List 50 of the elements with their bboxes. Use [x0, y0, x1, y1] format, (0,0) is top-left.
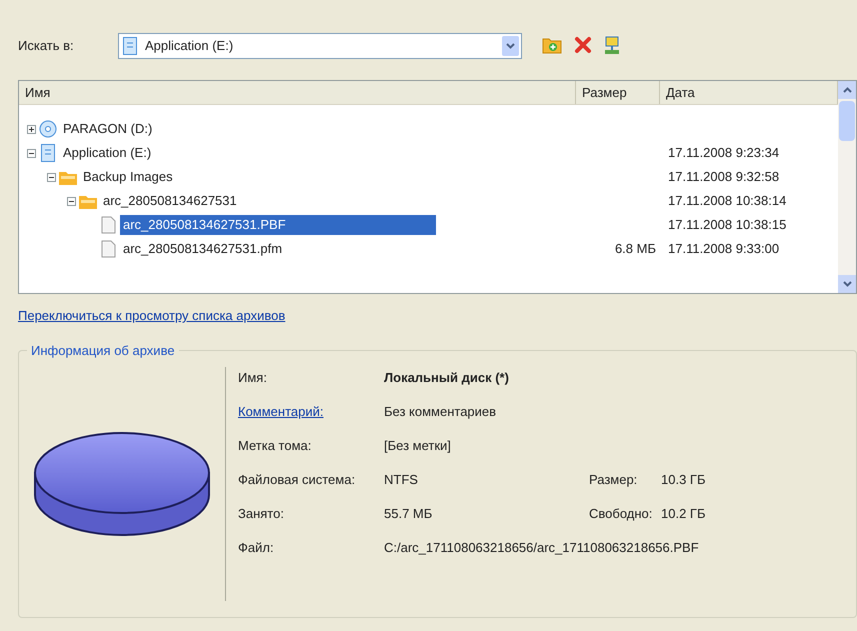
info-value: 10.3 ГБ: [661, 471, 706, 490]
network-computer-icon[interactable]: [604, 36, 620, 56]
tree-item[interactable]: Application (E:): [60, 143, 154, 163]
size-cell: 6.8 МБ: [614, 241, 656, 256]
column-header[interactable]: Размер: [576, 81, 660, 104]
drive-icon: [123, 36, 137, 54]
tree-item[interactable]: arc_280508134627531: [100, 191, 240, 211]
date-cell: 17.11.2008 9:32:58: [668, 169, 780, 184]
scrollbar[interactable]: [838, 81, 856, 293]
collapse-icon[interactable]: [67, 196, 76, 206]
info-value: 10.2 ГБ: [661, 505, 706, 524]
drive-dropdown[interactable]: Application (E:): [118, 32, 522, 58]
tree-item[interactable]: PARAGON (D:): [60, 119, 156, 139]
scroll-thumb[interactable]: [839, 101, 855, 141]
info-label: Размер:: [589, 471, 638, 490]
search-in-label: Искать в:: [18, 36, 75, 55]
comment-link[interactable]: Комментарий:: [238, 402, 384, 422]
delete-icon[interactable]: [574, 36, 592, 54]
drive-icon: [39, 144, 57, 162]
date-cell: 17.11.2008 9:23:34: [668, 145, 780, 160]
info-label: Файловая система:: [238, 471, 356, 490]
tree-item[interactable]: arc_280508134627531.pfm: [120, 239, 286, 259]
dropdown-value: Application (E:): [145, 36, 234, 55]
collapse-icon[interactable]: [47, 172, 56, 182]
collapse-icon[interactable]: [27, 148, 36, 158]
info-value: [Без метки]: [384, 437, 451, 456]
new-folder-icon[interactable]: [542, 36, 562, 54]
info-label: Имя:: [238, 369, 268, 388]
date-cell: 17.11.2008 10:38:14: [668, 193, 786, 208]
info-value: Локальный диск (*): [384, 369, 509, 388]
info-value: C:/arc_171108063218656/arc_171108063218656.PBF: [384, 539, 699, 558]
info-value: Без комментариев: [384, 403, 496, 422]
scroll-down-icon[interactable]: [842, 281, 852, 287]
info-value: 55.7 МБ: [384, 505, 434, 524]
tree-item[interactable]: Backup Images: [80, 167, 176, 187]
date-cell: 17.11.2008 9:33:00: [668, 241, 780, 256]
date-cell: 17.11.2008 10:38:15: [668, 217, 786, 232]
info-label: Свободно:: [589, 505, 654, 524]
file-icon: [99, 216, 117, 234]
info-label: Файл:: [238, 539, 275, 558]
column-header[interactable]: Имя: [19, 81, 576, 104]
info-label: Занято:: [238, 505, 285, 524]
file-icon: [99, 240, 117, 258]
cd-icon: [39, 120, 57, 138]
scroll-up-icon[interactable]: [842, 87, 852, 93]
expand-icon[interactable]: [27, 124, 36, 134]
info-value: NTFS: [384, 471, 419, 490]
tree-item[interactable]: arc_280508134627531.PBF: [120, 215, 436, 235]
switch-view-link[interactable]: Переключиться к просмотру списка архивов: [18, 306, 286, 326]
info-label: Метка тома:: [238, 437, 312, 456]
